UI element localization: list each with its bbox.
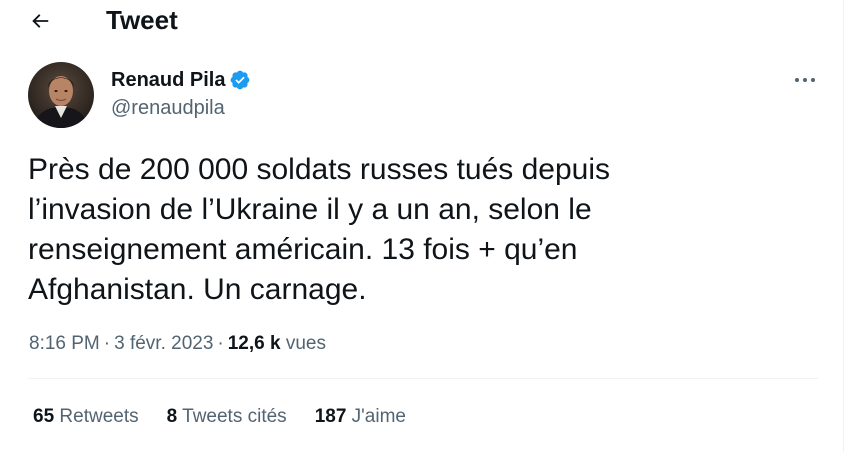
likes-count: 187 (314, 406, 347, 427)
quote-tweets-label: Tweets cités (182, 406, 287, 427)
back-button[interactable] (20, 4, 60, 38)
divider (28, 378, 818, 379)
views-count: 12,6 k (227, 333, 281, 354)
likes-stat[interactable]: 187 J'aime (315, 405, 406, 429)
quote-tweets-count: 8 (166, 406, 178, 427)
retweets-label: Retweets (59, 406, 139, 427)
tweet-line: Près de 200 000 soldats russes tués depu… (28, 153, 611, 186)
tweet-line: renseignement américain. 13 fois + qu’en (28, 233, 578, 266)
retweets-count: 65 (33, 406, 55, 427)
engagement-stats: 65 Retweets 8 Tweets cités 187 J'aime (33, 405, 434, 429)
likes-label: J'aime (351, 406, 406, 427)
tweet-time[interactable]: 8:16 PM (29, 333, 100, 354)
author-name-row: Renaud Pila (111, 68, 251, 92)
retweets-stat[interactable]: 65 Retweets (33, 405, 139, 429)
tweet-line: l’invasion de l’Ukraine il y a un an, se… (28, 193, 592, 226)
header: Tweet (0, 0, 843, 44)
back-arrow-icon (32, 14, 49, 28)
tweet-text: Près de 200 000 soldats russes tués depu… (28, 150, 728, 310)
avatar[interactable] (28, 62, 94, 128)
author-name[interactable]: Renaud Pila (111, 68, 225, 92)
views-label: vues (285, 333, 326, 354)
more-options-button[interactable] (790, 68, 820, 92)
column-border (843, 0, 844, 452)
meta-separator: · (217, 333, 224, 354)
tweet-line: Afghanistan. Un carnage. (28, 273, 367, 306)
tweet-meta: 8:16 PM · 3 févr. 2023 · 12,6 k vues (29, 332, 326, 356)
tweet-date[interactable]: 3 févr. 2023 (114, 333, 213, 354)
quote-tweets-stat[interactable]: 8 Tweets cités (167, 405, 287, 429)
meta-separator: · (103, 333, 111, 354)
page-title: Tweet (106, 5, 178, 35)
verified-badge-icon (231, 70, 250, 90)
author-handle[interactable]: @renaudpila (111, 96, 225, 120)
more-dots-icon (795, 78, 815, 82)
